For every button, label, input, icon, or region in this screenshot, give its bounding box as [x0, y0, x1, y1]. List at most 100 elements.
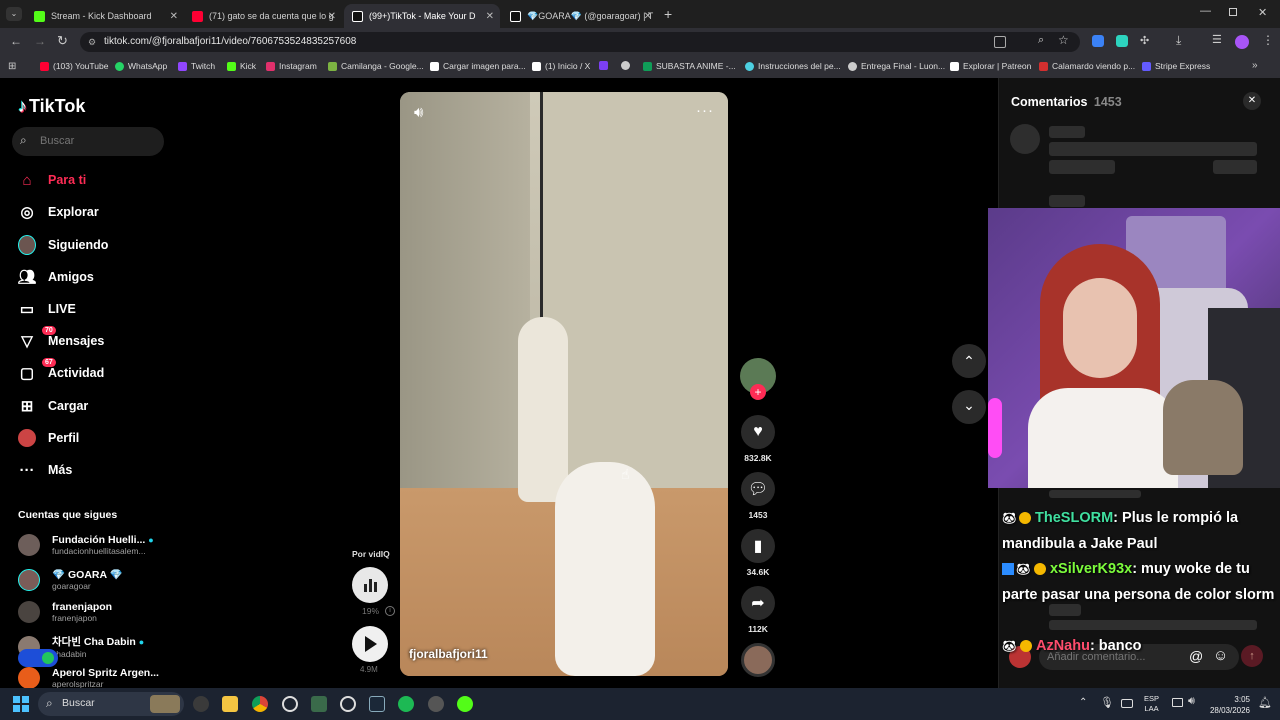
video-more-icon[interactable]: ···: [696, 102, 714, 119]
translate-icon[interactable]: [994, 36, 1006, 48]
taskbar-app-icon[interactable]: [457, 696, 473, 712]
vidiq-stats-button[interactable]: [352, 567, 388, 603]
input-language[interactable]: ESP LAA: [1144, 694, 1159, 714]
close-comments-button[interactable]: ✕: [1243, 92, 1261, 110]
show-hidden-icons[interactable]: ⌃: [1079, 697, 1087, 708]
taskbar-app-icon[interactable]: [193, 696, 209, 712]
nav-para-ti[interactable]: ⌂ Para ti: [18, 171, 86, 189]
bookmark-instagram[interactable]: Instagram: [266, 61, 317, 71]
bookmark-unnamed-purple[interactable]: [599, 61, 612, 70]
tab-goara[interactable]: 💎GOARA💎 (@goaragoar) | T ✕: [502, 4, 658, 28]
bookmark-unnamed-globe[interactable]: [621, 61, 634, 70]
star-bookmark-icon[interactable]: ☆: [1058, 33, 1069, 47]
close-window-icon[interactable]: ✕: [1258, 6, 1267, 19]
nav-mensajes[interactable]: ▽ 70 Mensajes: [18, 326, 104, 350]
bookmark-entrega-final[interactable]: Entrega Final - Luon...: [848, 61, 945, 71]
taskbar-search[interactable]: ⌕ Buscar: [38, 692, 184, 716]
more-bookmarks-icon[interactable]: »: [1252, 60, 1258, 71]
close-tab-icon[interactable]: ✕: [644, 11, 652, 22]
volume-icon[interactable]: 🔊︎: [1188, 695, 1195, 708]
extension-icon[interactable]: [1092, 35, 1104, 47]
reading-list-icon[interactable]: ☰: [1212, 33, 1222, 46]
maximize-icon[interactable]: [1229, 8, 1237, 16]
follow-plus-icon[interactable]: +: [750, 384, 766, 400]
back-icon[interactable]: ←: [10, 34, 22, 48]
extensions-puzzle-icon[interactable]: ✣: [1140, 34, 1149, 47]
site-info-icon[interactable]: ⚙: [88, 32, 96, 52]
previous-video-button[interactable]: ⌃: [952, 344, 986, 378]
profile-avatar-icon[interactable]: [1235, 35, 1249, 49]
search-box[interactable]: ⌕: [12, 127, 164, 156]
video-username[interactable]: fjoralbafjori11: [409, 647, 488, 661]
bookmark-instrucciones[interactable]: Instrucciones del pe...: [745, 61, 841, 71]
sound-icon[interactable]: 🔊︎: [414, 104, 423, 121]
nav-actividad[interactable]: ▢ 67 Actividad: [18, 358, 104, 382]
like-button[interactable]: ♥ 832.8K: [740, 415, 776, 463]
steam-icon[interactable]: [369, 696, 385, 712]
file-explorer-icon[interactable]: [222, 696, 238, 712]
tab-kick-dashboard[interactable]: Stream - Kick Dashboard ✕: [26, 4, 184, 28]
following-account[interactable]: Aperol Spritz Argen... aperolspritzar: [18, 667, 159, 689]
video-player[interactable]: 🔊︎ ··· fjoralbafjori11: [400, 92, 728, 676]
info-icon[interactable]: i: [385, 606, 395, 616]
following-account[interactable]: Fundación Huelli... ● fundacionhuellitasa…: [18, 534, 154, 556]
notifications-bell-icon[interactable]: 🔔︎: [1258, 696, 1272, 709]
clock[interactable]: 3:05 28/03/2026: [1208, 694, 1250, 716]
bookmark-youtube[interactable]: (103) YouTube: [40, 61, 108, 71]
share-button[interactable]: ➦ 112K: [740, 586, 776, 634]
tab-list-dropdown-icon[interactable]: ⌄: [6, 7, 22, 21]
nav-mas[interactable]: ··· Más: [18, 461, 73, 479]
spotify-icon[interactable]: [398, 696, 414, 712]
bookmark-stripe[interactable]: Stripe Express: [1142, 61, 1210, 71]
floating-extension-icon[interactable]: [18, 649, 58, 667]
bookmark-kick[interactable]: Kick: [227, 61, 256, 71]
save-button[interactable]: ▮ 34.6K: [740, 529, 776, 577]
tiktok-logo[interactable]: ♪ TikTok: [18, 96, 85, 117]
chrome-icon[interactable]: [252, 696, 268, 712]
bookmark-subasta-anime[interactable]: SUBASTA ANIME -...: [643, 61, 736, 71]
windows-start-icon[interactable]: [13, 696, 29, 712]
tab-youtube[interactable]: (71) gato se da cuenta que lo g ✕: [184, 4, 342, 28]
search-input[interactable]: [40, 132, 158, 150]
bookmark-camilanga[interactable]: Camilanga - Google...: [328, 61, 424, 71]
extension-icon[interactable]: [1116, 35, 1128, 47]
sound-disc-button[interactable]: [740, 643, 776, 677]
comment-button[interactable]: 💬︎ 1453: [740, 472, 776, 520]
download-icon[interactable]: ⤓: [1176, 33, 1181, 48]
nav-perfil[interactable]: Perfil: [18, 429, 79, 447]
microphone-icon[interactable]: 🎙︎: [1100, 696, 1114, 709]
apps-grid-icon[interactable]: ⊞: [8, 61, 16, 72]
nav-cargar[interactable]: ⊞ Cargar: [18, 397, 89, 415]
forward-icon[interactable]: →: [34, 34, 46, 48]
nav-siguiendo[interactable]: Siguiendo: [18, 235, 108, 255]
reload-icon[interactable]: ↻: [57, 33, 68, 49]
author-avatar-button[interactable]: +: [740, 358, 776, 400]
taskbar-app-icon[interactable]: [428, 696, 444, 712]
close-tab-icon[interactable]: ✕: [486, 11, 494, 22]
settings-icon[interactable]: [282, 696, 298, 712]
close-tab-icon[interactable]: ✕: [170, 11, 178, 22]
bookmark-patreon[interactable]: Explorar | Patreon: [950, 61, 1031, 71]
vidiq-play-button[interactable]: [352, 626, 388, 662]
nav-amigos[interactable]: 👥︎ Amigos: [17, 268, 93, 286]
tab-tiktok[interactable]: (99+)TikTok - Make Your D ✕: [344, 4, 500, 28]
next-video-button[interactable]: ⌄: [952, 390, 986, 424]
obs-app-icon[interactable]: [311, 696, 327, 712]
zoom-icon[interactable]: ⌕: [1038, 34, 1044, 47]
bookmark-x[interactable]: (1) Inicio / X: [532, 61, 590, 71]
menu-kebab-icon[interactable]: ⋮: [1262, 33, 1274, 47]
bookmark-twitch[interactable]: Twitch: [178, 61, 215, 71]
taskbar-app-icon[interactable]: [340, 696, 356, 712]
network-icon[interactable]: [1172, 698, 1183, 707]
following-account[interactable]: franenjapon franenjapon: [18, 601, 112, 623]
nav-explorar[interactable]: ◎ Explorar: [18, 203, 98, 221]
new-tab-button[interactable]: +: [664, 6, 672, 22]
bookmark-calamardo[interactable]: Calamardo viendo p...: [1039, 61, 1135, 71]
bookmark-whatsapp[interactable]: WhatsApp: [115, 61, 167, 71]
nav-live[interactable]: ▭ LIVE: [18, 300, 76, 318]
following-account[interactable]: 💎 GOARA 💎 goaragoar: [18, 568, 123, 591]
keyboard-icon[interactable]: [1121, 699, 1133, 708]
minimize-icon[interactable]: —: [1200, 5, 1211, 17]
url-input[interactable]: ⚙ tiktok.com/@fjoralbafjori11/video/7606…: [80, 32, 1080, 52]
close-tab-icon[interactable]: ✕: [328, 11, 336, 22]
